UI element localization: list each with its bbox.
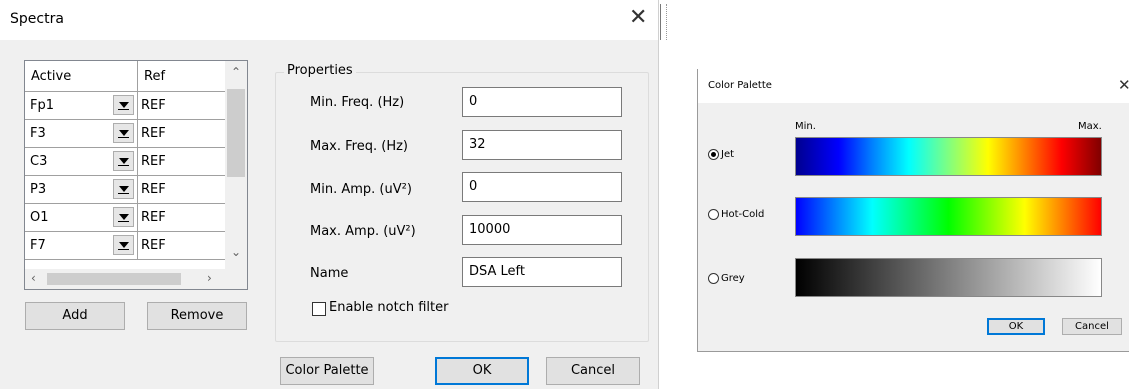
close-icon[interactable]: ✕	[629, 5, 647, 30]
scroll-down-icon[interactable]: ⌄	[231, 245, 241, 259]
max-freq-label: Max. Freq. (Hz)	[310, 139, 408, 154]
vertical-scroll-thumb[interactable]	[227, 89, 245, 177]
scroll-right-icon[interactable]: ›	[207, 271, 212, 285]
column-header-active[interactable]: Active	[25, 61, 138, 92]
scroll-corner	[225, 269, 247, 289]
name-field[interactable]: DSA Left	[462, 257, 622, 287]
dropdown-arrow-icon[interactable]	[113, 151, 134, 171]
min-freq-label: Min. Freq. (Hz)	[310, 95, 405, 110]
hot-cold-label[interactable]: Hot-Cold	[721, 209, 764, 220]
properties-legend: Properties	[284, 63, 356, 78]
palette-cancel-button[interactable]: Cancel	[1062, 318, 1122, 335]
table-row: Fp1 REF	[25, 92, 225, 120]
close-icon[interactable]: ✕	[1118, 76, 1129, 94]
max-label: Max.	[1078, 121, 1102, 132]
grey-gradient-bar	[795, 258, 1102, 297]
spectra-titlebar: Spectra ✕	[0, 0, 658, 40]
remove-button[interactable]: Remove	[147, 302, 247, 330]
jet-radio[interactable]	[708, 149, 719, 160]
table-row: O1 REF	[25, 204, 225, 232]
min-amp-label: Min. Amp. (uV²)	[310, 182, 412, 197]
ref-cell[interactable]: REF	[138, 92, 225, 120]
ref-cell[interactable]: REF	[138, 148, 225, 176]
table-row: F3 REF	[25, 120, 225, 148]
ok-button[interactable]: OK	[435, 357, 529, 385]
min-amp-field[interactable]: 0	[462, 172, 622, 202]
grey-label[interactable]: Grey	[721, 273, 745, 284]
active-cell[interactable]: F3	[25, 120, 138, 148]
cancel-button[interactable]: Cancel	[546, 357, 640, 385]
scroll-up-icon[interactable]: ⌃	[231, 65, 241, 79]
add-button[interactable]: Add	[25, 302, 125, 330]
palette-titlebar: Color Palette ✕	[698, 69, 1129, 103]
active-cell[interactable]: F7	[25, 232, 138, 260]
table-row: F7 REF	[25, 232, 225, 260]
properties-group: Properties Min. Freq. (Hz) 0 Max. Freq. …	[275, 63, 649, 342]
spectra-title: Spectra	[10, 11, 64, 27]
min-label: Min.	[795, 121, 816, 132]
dropdown-arrow-icon[interactable]	[113, 123, 134, 143]
table-row: C3 REF	[25, 148, 225, 176]
active-cell[interactable]: O1	[25, 204, 138, 232]
color-palette-button[interactable]: Color Palette	[280, 357, 374, 385]
dropdown-arrow-icon[interactable]	[113, 95, 134, 115]
jet-gradient-bar	[795, 137, 1102, 176]
vertical-scrollbar[interactable]: ⌃ ⌄	[225, 61, 247, 269]
ref-cell[interactable]: REF	[138, 120, 225, 148]
active-cell[interactable]: P3	[25, 176, 138, 204]
notch-filter-label[interactable]: Enable notch filter	[329, 300, 448, 315]
hot-cold-gradient-bar	[795, 197, 1102, 236]
background-window-edge	[660, 4, 667, 40]
color-palette-dialog: Color Palette ✕ Min. Max. Jet Hot-Cold G…	[697, 69, 1129, 352]
notch-filter-checkbox[interactable]	[312, 302, 326, 316]
ref-cell[interactable]: REF	[138, 204, 225, 232]
max-freq-field[interactable]: 32	[462, 130, 622, 160]
dropdown-arrow-icon[interactable]	[113, 235, 134, 255]
dropdown-arrow-icon[interactable]	[113, 179, 134, 199]
table-row: P3 REF	[25, 176, 225, 204]
jet-label[interactable]: Jet	[721, 149, 734, 160]
active-cell[interactable]: Fp1	[25, 92, 138, 120]
dropdown-arrow-icon[interactable]	[113, 207, 134, 227]
active-cell[interactable]: C3	[25, 148, 138, 176]
ref-cell[interactable]: REF	[138, 176, 225, 204]
scroll-left-icon[interactable]: ‹	[31, 271, 36, 285]
horizontal-scroll-thumb[interactable]	[47, 273, 181, 285]
hot-cold-radio[interactable]	[708, 209, 719, 220]
name-label: Name	[310, 266, 349, 281]
max-amp-field[interactable]: 10000	[462, 215, 622, 245]
min-freq-field[interactable]: 0	[462, 87, 622, 117]
horizontal-scrollbar[interactable]: ‹ ›	[25, 269, 225, 289]
spectra-dialog: Spectra ✕ Active Ref Fp1 REF F3 REF C3 R…	[0, 0, 659, 389]
channel-grid: Active Ref Fp1 REF F3 REF C3 REF P3 REF …	[24, 60, 248, 290]
palette-ok-button[interactable]: OK	[987, 318, 1045, 335]
grey-radio[interactable]	[708, 273, 719, 284]
max-amp-label: Max. Amp. (uV²)	[310, 224, 416, 239]
palette-title: Color Palette	[708, 80, 772, 91]
ref-cell[interactable]: REF	[138, 232, 225, 260]
column-header-ref[interactable]: Ref	[138, 61, 225, 92]
